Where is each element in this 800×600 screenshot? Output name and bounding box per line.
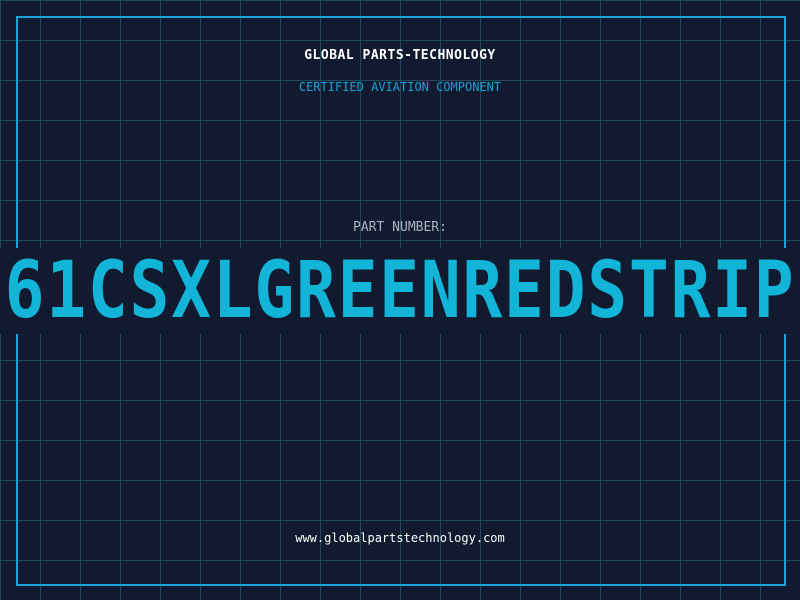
part-number-label: PART NUMBER: <box>353 220 447 235</box>
part-number-band: 61CSXLGREENREDSTRIP <box>0 248 800 334</box>
website-url: www.globalpartstechnology.com <box>295 531 505 545</box>
part-number-value: 61CSXLGREENREDSTRIP <box>4 248 796 334</box>
brand-title: GLOBAL PARTS-TECHNOLOGY <box>304 48 496 63</box>
certification-subtitle: CERTIFIED AVIATION COMPONENT <box>298 80 502 94</box>
